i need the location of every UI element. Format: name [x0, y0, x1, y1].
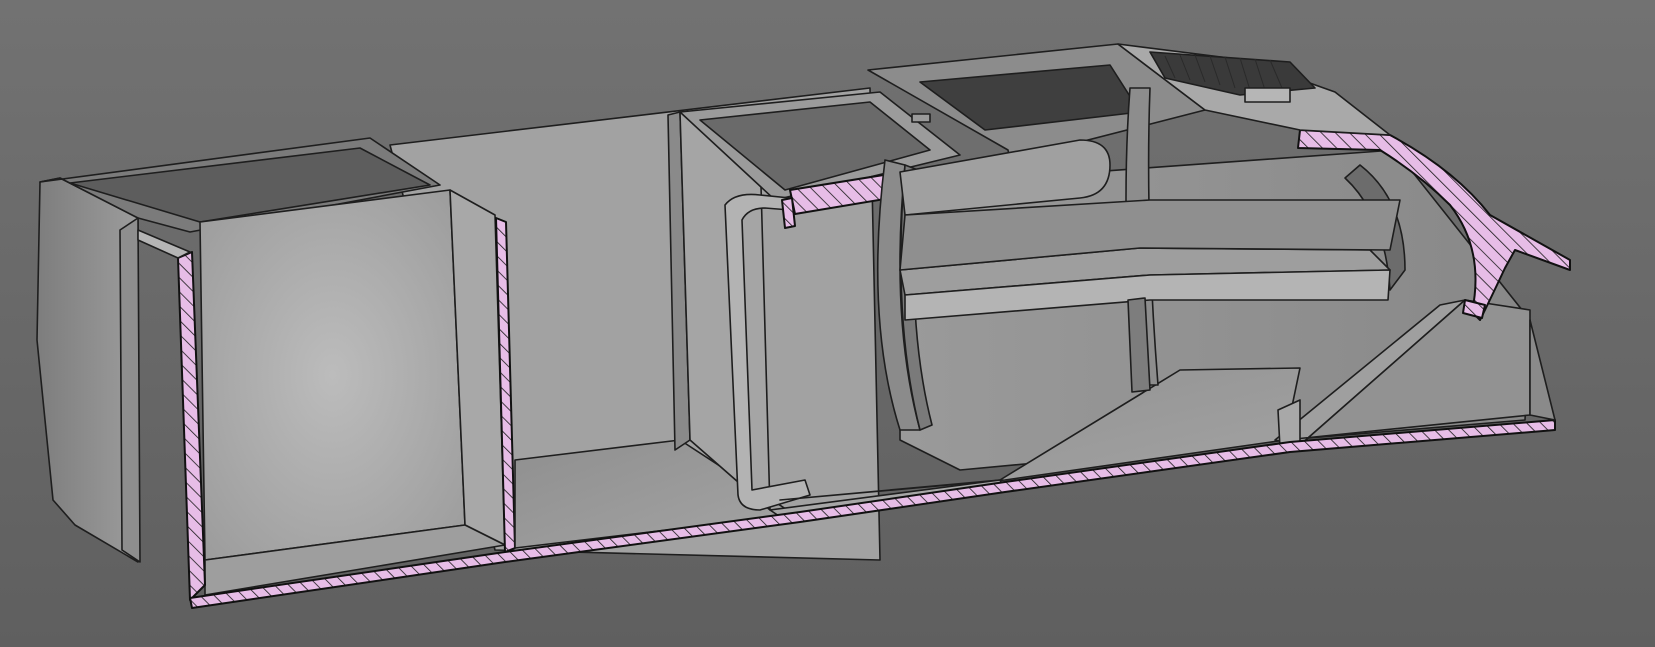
3d-viewport[interactable] — [0, 0, 1655, 647]
left-divider-panel — [119, 217, 141, 563]
left-box-interior — [199, 189, 466, 561]
small-bracket — [1244, 87, 1291, 103]
section-cut-shelf-lip — [781, 197, 796, 229]
deck-clip — [911, 113, 931, 123]
section-view-canvas[interactable] — [0, 0, 1655, 647]
